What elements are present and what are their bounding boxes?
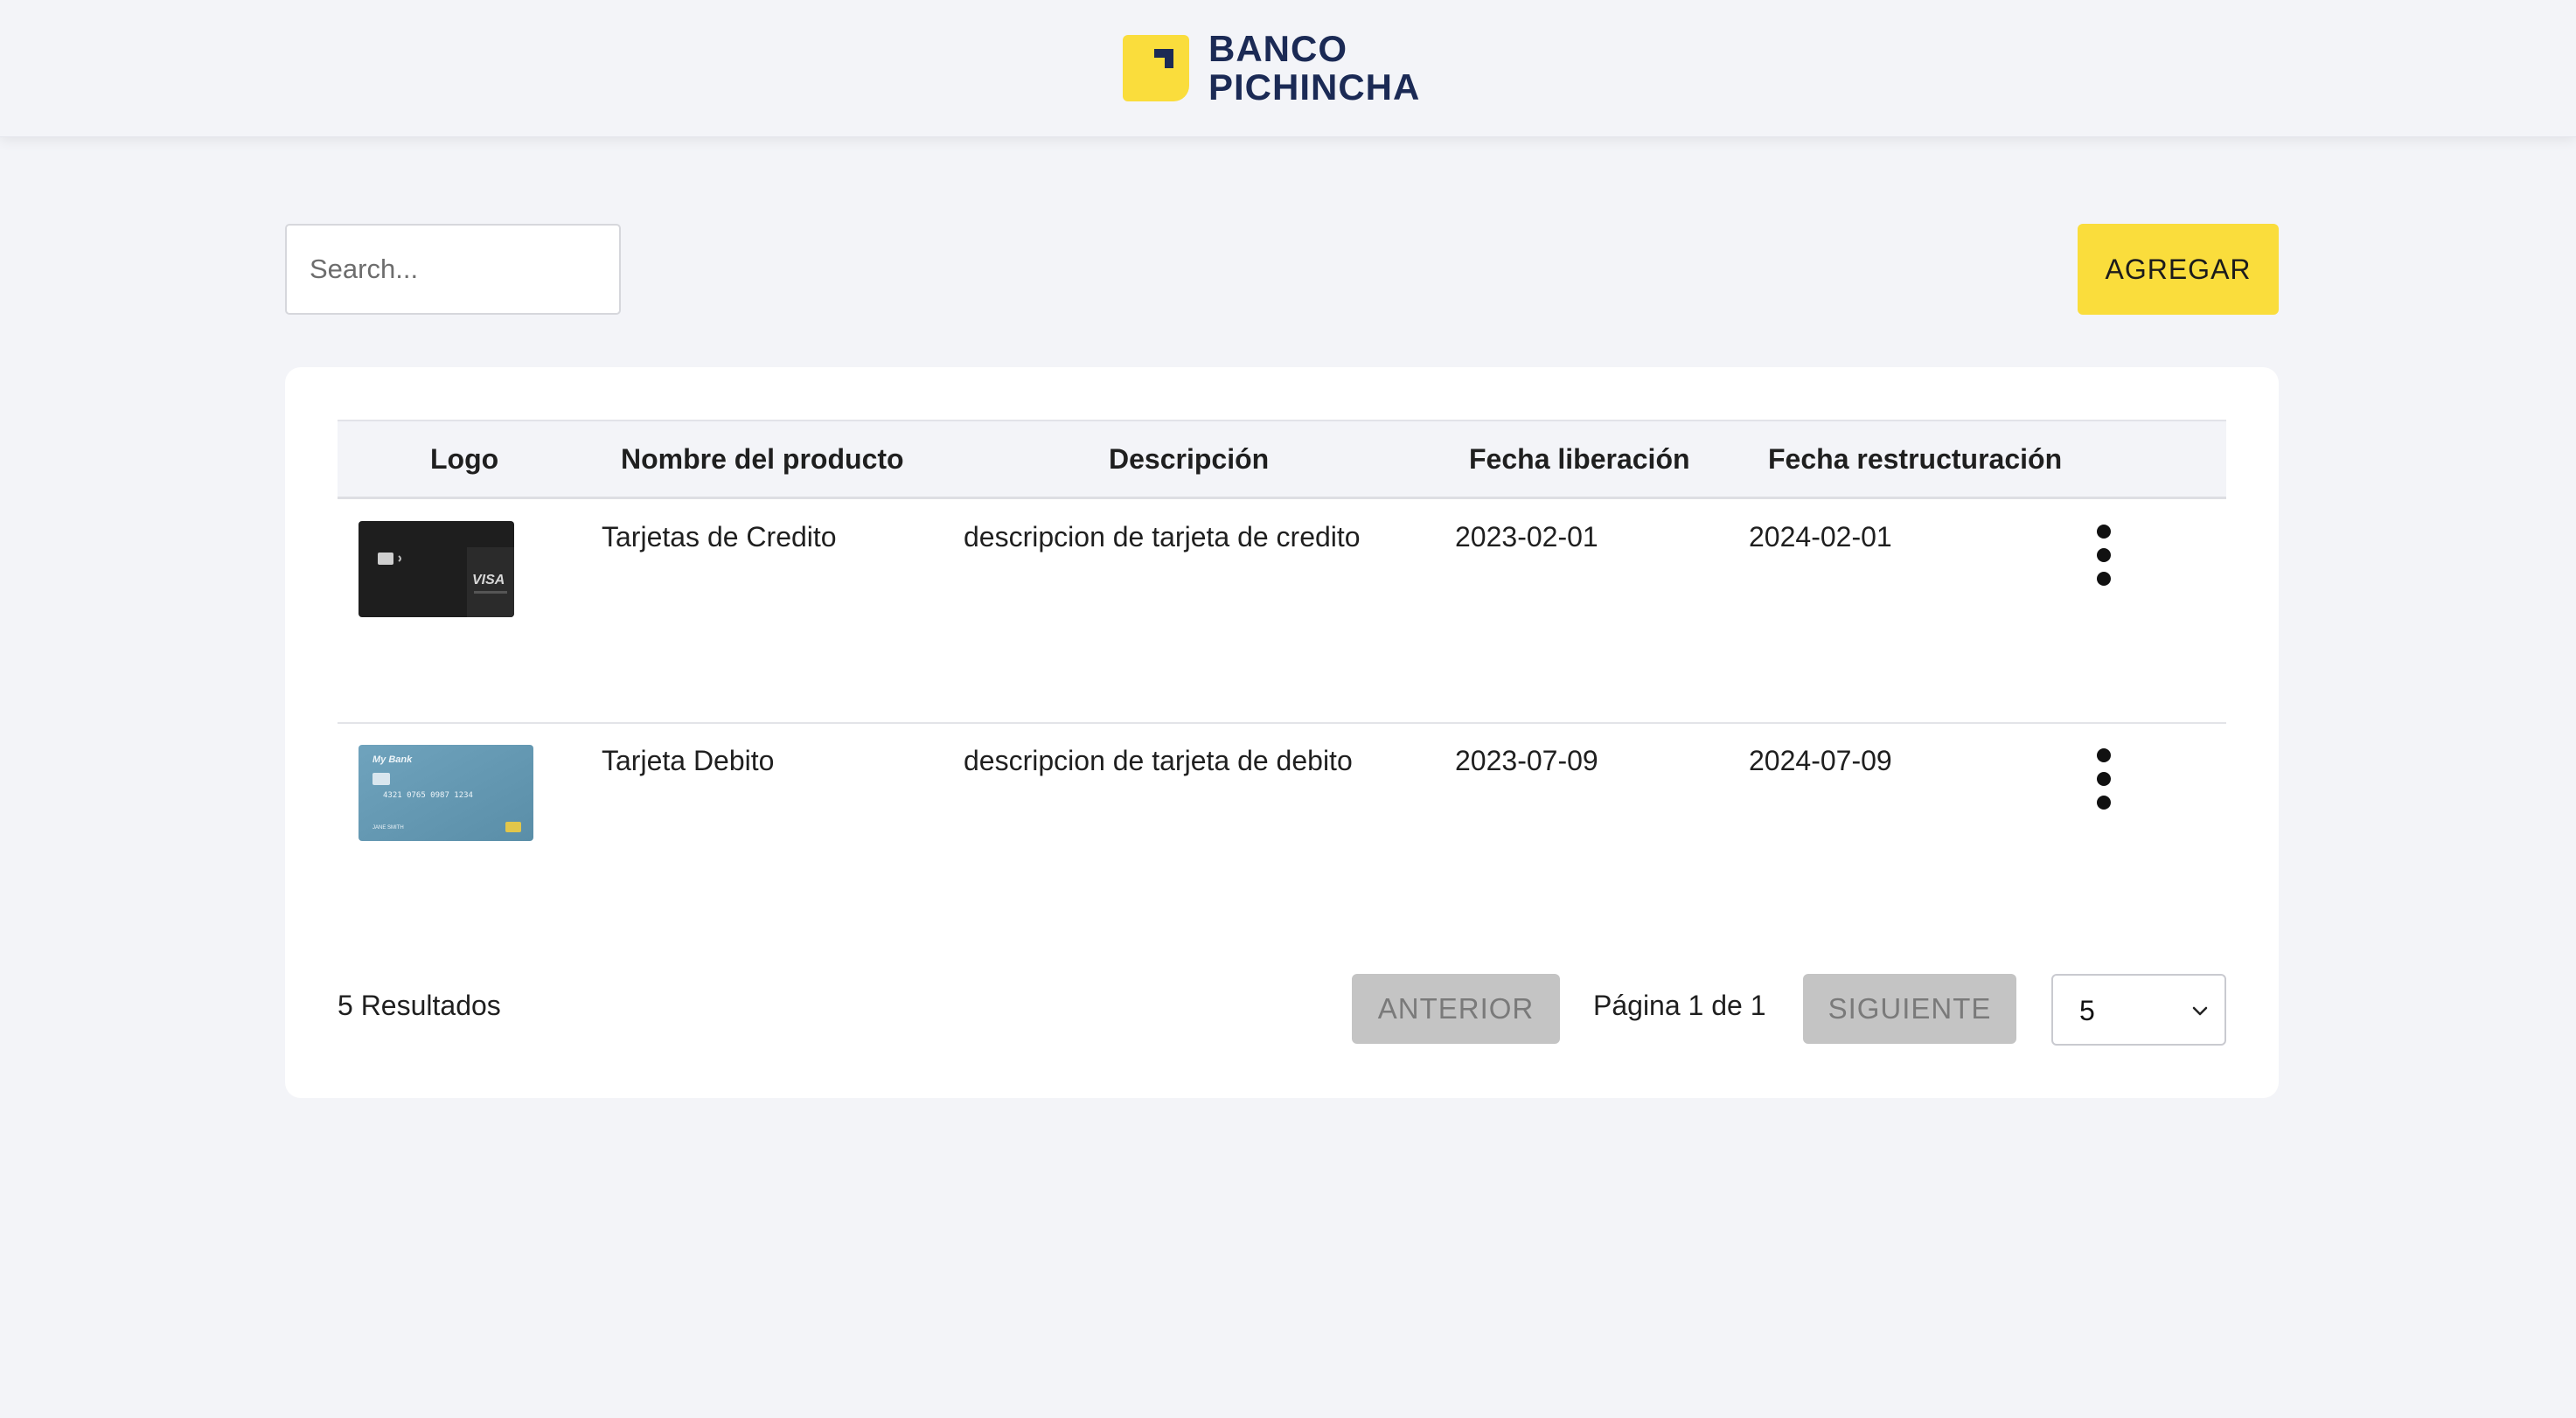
next-page-button[interactable]: SIGUIENTE	[1803, 974, 2016, 1044]
previous-page-button[interactable]: ANTERIOR	[1352, 974, 1560, 1044]
products-table-card: Logo Nombre del producto Descripción Fec…	[285, 367, 2279, 1098]
product-description: descripcion de tarjeta de credito	[964, 521, 1361, 553]
restructure-date: 2024-02-01	[1749, 521, 1892, 553]
logo-text: BANCO PICHINCHA	[1208, 30, 1420, 107]
kebab-menu-icon[interactable]	[2086, 525, 2121, 586]
column-header-description: Descripción	[1109, 443, 1270, 475]
svg-text:My Bank: My Bank	[372, 754, 413, 765]
blue-bank-card-image: My Bank 4321 0765 0987 1234 JANE SMITH	[359, 745, 533, 841]
product-name: Tarjeta Debito	[602, 745, 775, 776]
product-name: Tarjetas de Credito	[602, 521, 837, 553]
product-description: descripcion de tarjeta de debito	[964, 745, 1353, 776]
page-size-value: 5	[2079, 995, 2095, 1026]
visa-black-card-image: VISA	[359, 521, 514, 617]
table-row: VISA Tarjetas de Credito descripcion de …	[338, 498, 2226, 724]
table-header: Logo Nombre del producto Descripción Fec…	[338, 420, 2226, 499]
release-date: 2023-02-01	[1455, 521, 1598, 553]
svg-text:4321 0765 0987 1234: 4321 0765 0987 1234	[383, 791, 473, 800]
add-product-button[interactable]: AGREGAR	[2078, 224, 2279, 315]
table-row: My Bank 4321 0765 0987 1234 JANE SMITH T…	[338, 722, 2226, 946]
search-input[interactable]	[285, 224, 621, 315]
page-size-select[interactable]: 5	[2051, 974, 2226, 1046]
page-indicator: Página 1 de 1	[1593, 990, 1766, 1021]
svg-text:JANE SMITH: JANE SMITH	[372, 825, 404, 831]
logo-text-line1: BANCO	[1208, 28, 1347, 69]
results-count: 5 Resultados	[338, 990, 501, 1021]
kebab-menu-icon[interactable]	[2086, 748, 2121, 810]
logo-text-line2: PICHINCHA	[1208, 66, 1421, 108]
column-header-logo: Logo	[430, 443, 499, 475]
svg-text:VISA: VISA	[472, 573, 505, 587]
chevron-down-icon	[2192, 1006, 2208, 1016]
restructure-date: 2024-07-09	[1749, 745, 1892, 776]
top-header: BANCO PICHINCHA	[0, 0, 2576, 137]
column-header-restructure-date: Fecha restructuración	[1768, 443, 2063, 475]
logo-mark-icon	[1123, 35, 1189, 101]
column-header-release-date: Fecha liberación	[1469, 443, 1690, 475]
release-date: 2023-07-09	[1455, 745, 1598, 776]
column-header-name: Nombre del producto	[621, 443, 904, 475]
bank-logo[interactable]: BANCO PICHINCHA	[1123, 30, 1420, 107]
